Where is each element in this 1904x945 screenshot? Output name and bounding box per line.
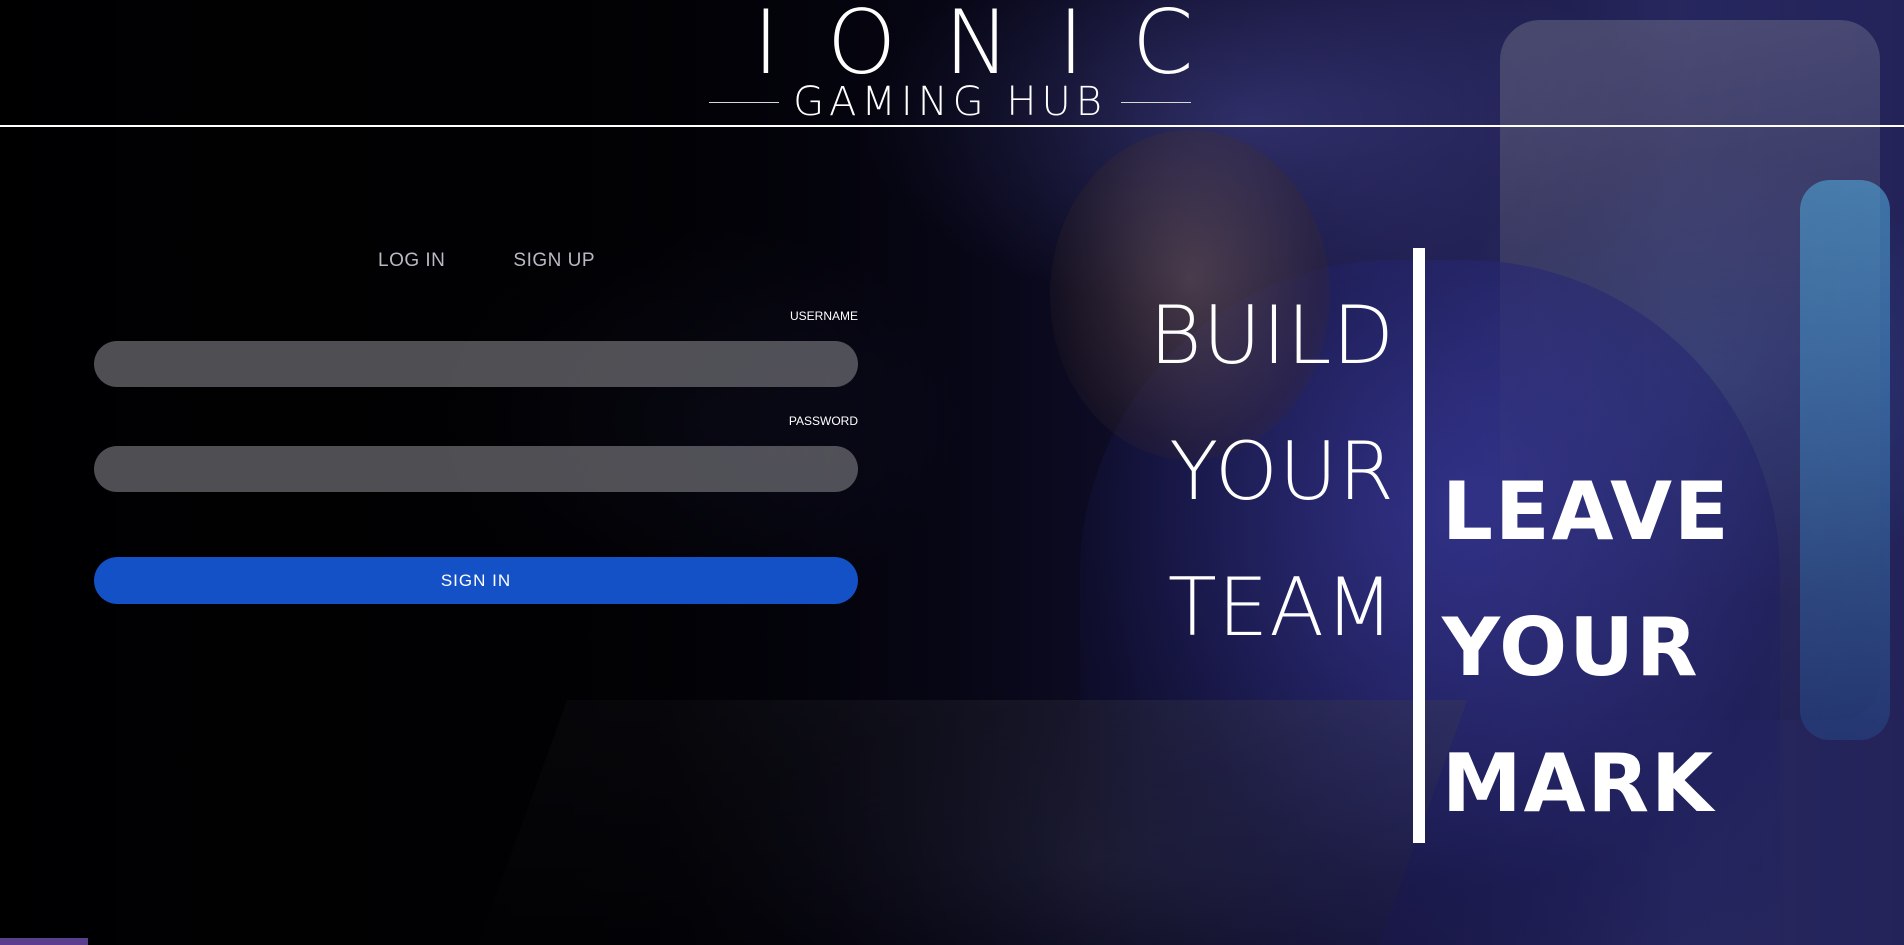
corner-accent-bar [0,938,88,945]
password-label: PASSWORD [788,414,858,428]
site-logo[interactable]: IONIC GAMING HUB [705,0,1195,125]
username-input[interactable] [94,341,858,387]
site-header: IONIC GAMING HUB [0,0,1904,127]
password-input[interactable] [94,446,858,492]
slogan-leave-your-mark: LEAVE YOUR MARK [1442,444,1731,852]
logo-subtitle-row: GAMING HUB [705,82,1195,122]
slogan-left-line-2: YOUR [1169,425,1395,518]
sign-in-button[interactable]: SIGN IN [94,557,858,604]
slogan-build-your-team: BUILD YOUR TEAM [1100,268,1395,676]
slogan-right-line-2: YOUR [1442,601,1700,694]
slogan-right-line-3: MARK [1442,737,1716,830]
tab-sign-up[interactable]: SIGN UP [513,250,595,272]
slogan-divider [1413,248,1425,843]
logo-subtitle: GAMING HUB [793,79,1107,125]
slogan-left-line-3: TEAM [1167,561,1395,654]
slogan-left-line-1: BUILD [1149,289,1395,382]
logo-right-line [1120,101,1191,103]
logo-left-line [709,101,780,103]
auth-tabs: LOG IN SIGN UP [378,250,595,272]
slogan-right-line-1: LEAVE [1442,465,1731,558]
username-label: USERNAME [789,309,858,323]
logo-title: IONIC [753,0,1242,94]
tab-log-in[interactable]: LOG IN [378,250,445,272]
